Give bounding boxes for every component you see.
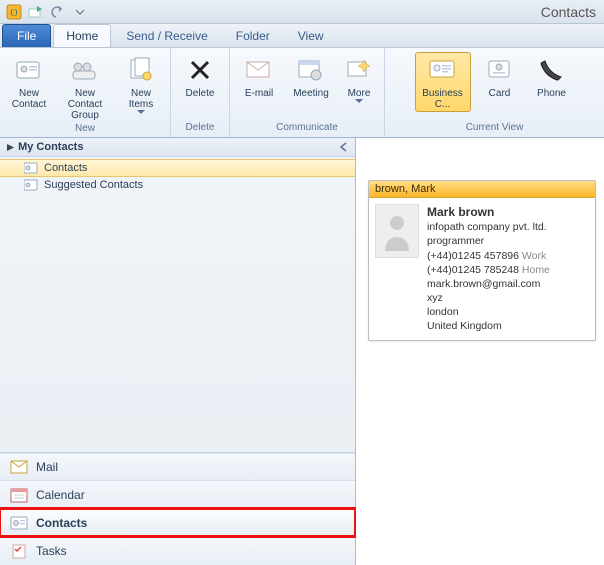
group-label-current-view: Current View xyxy=(466,120,524,135)
body: My Contacts Contacts Suggested Contacts … xyxy=(0,138,604,565)
delete-button[interactable]: Delete xyxy=(177,52,223,99)
contact-card[interactable]: brown, Mark Mark brown infopath company … xyxy=(368,180,596,341)
qat-dropdown-icon[interactable] xyxy=(70,2,90,22)
contact-title: programmer xyxy=(427,234,550,248)
contact-company: infopath company pvt. ltd. xyxy=(427,220,550,234)
contacts-folder-icon xyxy=(24,162,38,174)
nav-section-mail[interactable]: Mail xyxy=(0,453,355,480)
delete-x-icon xyxy=(184,54,216,86)
new-contact-button[interactable]: New Contact xyxy=(6,52,52,110)
contact-info: Mark brown infopath company pvt. ltd. pr… xyxy=(427,204,550,334)
tab-file[interactable]: File xyxy=(2,24,51,47)
ribbon-group-current-view: Business C... Card Phone Current View xyxy=(385,48,604,137)
view-card-button[interactable]: Card xyxy=(477,52,523,99)
nav-section-label: Tasks xyxy=(36,544,67,558)
window-title: Contacts xyxy=(541,4,600,20)
nav-header[interactable]: My Contacts xyxy=(0,138,355,157)
navigation-pane: My Contacts Contacts Suggested Contacts … xyxy=(0,138,356,565)
new-items-label: New Items xyxy=(129,88,153,110)
contacts-icon xyxy=(10,516,28,530)
person-card-icon xyxy=(13,54,45,86)
qat-send-receive-icon[interactable] xyxy=(26,2,46,22)
nav-section-tasks[interactable]: Tasks xyxy=(0,536,355,565)
group-label-delete: Delete xyxy=(186,120,215,135)
ribbon-group-new: New Contact New Contact Group New Items … xyxy=(0,48,171,137)
card-view-icon xyxy=(484,54,516,86)
nav-tree: Contacts Suggested Contacts xyxy=(0,157,355,452)
tree-item-contacts[interactable]: Contacts xyxy=(0,159,355,177)
tasks-icon xyxy=(10,543,28,559)
nav-section-contacts[interactable]: Contacts xyxy=(0,509,355,536)
envelope-icon xyxy=(243,54,275,86)
business-card-icon xyxy=(427,54,459,86)
ribbon: New Contact New Contact Group New Items … xyxy=(0,48,604,138)
mail-icon xyxy=(10,460,28,474)
outlook-app-icon[interactable]: O xyxy=(4,2,24,22)
svg-text:O: O xyxy=(10,8,17,19)
nav-section-label: Mail xyxy=(36,460,58,474)
contact-card-body: Mark brown infopath company pvt. ltd. pr… xyxy=(369,198,595,340)
calendar-icon xyxy=(10,487,28,503)
new-contact-label: New Contact xyxy=(12,88,46,110)
new-items-icon xyxy=(125,54,157,86)
view-phone-button[interactable]: Phone xyxy=(529,52,575,99)
contact-phone-work: (+44)01245 457896 Work xyxy=(427,249,550,263)
people-group-icon xyxy=(69,54,101,86)
email-label: E-mail xyxy=(245,88,273,99)
view-business-label: Business C... xyxy=(418,88,468,110)
calendar-people-icon xyxy=(295,54,327,86)
chevron-down-icon xyxy=(355,99,363,104)
nav-sections: Mail Calendar Contacts Tasks xyxy=(0,452,355,565)
contact-addr3: United Kingdom xyxy=(427,319,550,333)
nav-section-calendar[interactable]: Calendar xyxy=(0,480,355,509)
contact-phone-home: (+44)01245 785248 Home xyxy=(427,263,550,277)
title-bar: O Contacts xyxy=(0,0,604,24)
meeting-label: Meeting xyxy=(293,88,329,99)
phone-icon xyxy=(536,54,568,86)
view-card-label: Card xyxy=(489,88,511,99)
more-label: More xyxy=(348,88,371,99)
tree-item-suggested-contacts[interactable]: Suggested Contacts xyxy=(0,177,355,193)
nav-header-label: My Contacts xyxy=(18,141,83,153)
contact-card-header: brown, Mark xyxy=(369,181,595,198)
avatar xyxy=(375,204,419,258)
nav-section-label: Contacts xyxy=(36,516,87,530)
delete-label: Delete xyxy=(186,88,215,99)
email-button[interactable]: E-mail xyxy=(236,52,282,99)
new-items-button[interactable]: New Items xyxy=(118,52,164,115)
nav-section-label: Calendar xyxy=(36,488,85,502)
group-label-new: New xyxy=(75,121,95,136)
person-silhouette-icon xyxy=(381,211,413,251)
new-contact-group-label: New Contact Group xyxy=(58,88,112,121)
chevron-down-icon xyxy=(137,110,145,115)
tree-item-label: Contacts xyxy=(44,162,87,174)
qat-undo-icon[interactable] xyxy=(48,2,68,22)
ribbon-group-delete: Delete Delete xyxy=(171,48,230,137)
collapse-chevron-icon[interactable] xyxy=(339,142,349,152)
new-contact-group-button[interactable]: New Contact Group xyxy=(58,52,112,121)
contact-addr1: xyz xyxy=(427,291,550,305)
tab-send-receive[interactable]: Send / Receive xyxy=(113,24,220,47)
tab-home[interactable]: Home xyxy=(53,24,111,47)
contacts-folder-icon xyxy=(24,179,38,191)
tree-item-label: Suggested Contacts xyxy=(44,179,143,191)
meeting-button[interactable]: Meeting xyxy=(288,52,334,99)
contact-addr2: london xyxy=(427,305,550,319)
more-button[interactable]: More xyxy=(340,52,378,104)
expand-triangle-icon xyxy=(6,143,15,152)
ribbon-group-communicate: E-mail Meeting More Communicate xyxy=(230,48,385,137)
group-label-communicate: Communicate xyxy=(276,120,338,135)
contact-name: Mark brown xyxy=(427,204,550,220)
view-phone-label: Phone xyxy=(537,88,566,99)
card-sparkle-icon xyxy=(343,54,375,86)
contact-email: mark.brown@gmail.com xyxy=(427,277,550,291)
tab-folder[interactable]: Folder xyxy=(223,24,283,47)
ribbon-tabstrip: File Home Send / Receive Folder View xyxy=(0,24,604,48)
tab-view[interactable]: View xyxy=(285,24,337,47)
main-content: brown, Mark Mark brown infopath company … xyxy=(356,138,604,565)
view-business-card-button[interactable]: Business C... xyxy=(415,52,471,112)
